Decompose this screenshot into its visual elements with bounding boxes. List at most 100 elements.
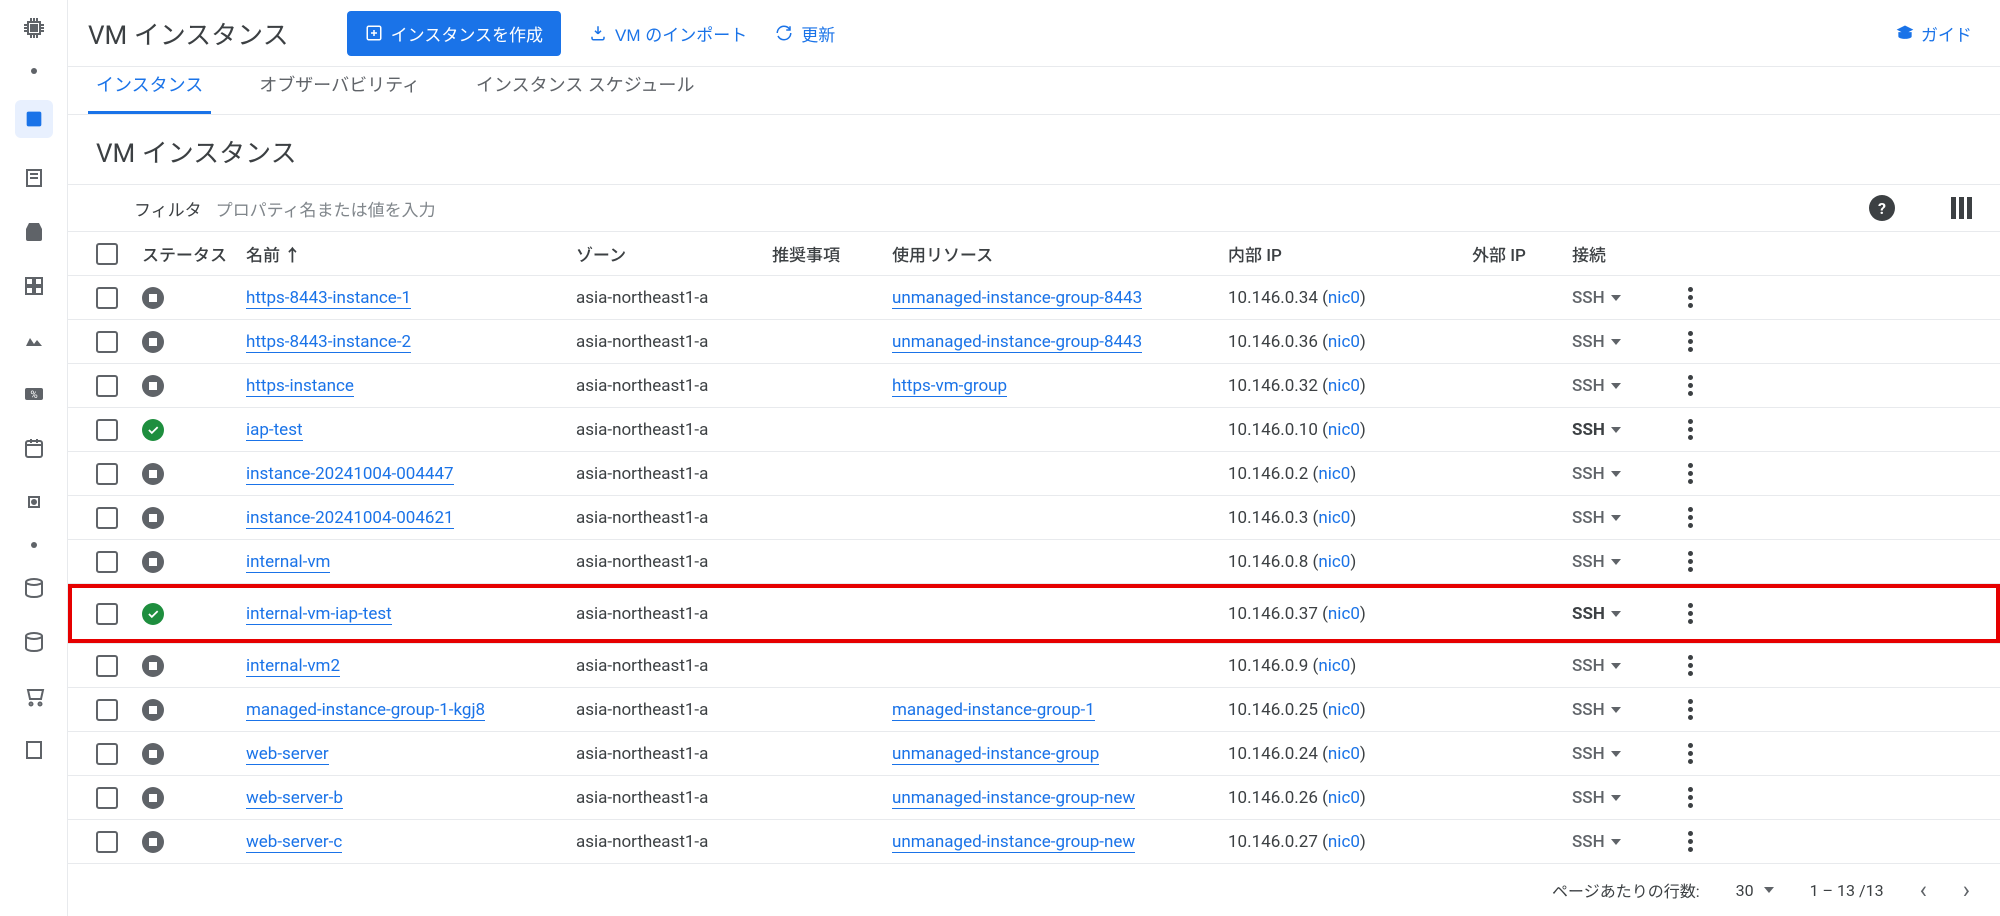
ssh-button[interactable]: SSH (1572, 332, 1672, 352)
ssh-button[interactable]: SSH (1572, 656, 1672, 676)
import-vm-button[interactable]: VM のインポート (589, 21, 747, 46)
resource-link[interactable]: https-vm-group (892, 376, 1007, 397)
nic-link[interactable]: nic0 (1328, 420, 1360, 440)
nic-link[interactable]: nic0 (1328, 604, 1360, 624)
ssh-button[interactable]: SSH (1572, 552, 1672, 572)
row-checkbox[interactable] (96, 655, 118, 677)
nav-item-vm-instances[interactable] (15, 100, 53, 138)
row-actions-menu[interactable] (1688, 831, 1693, 852)
instance-name-link[interactable]: https-8443-instance-2 (246, 332, 411, 353)
rows-per-page-select[interactable]: 30 (1736, 881, 1774, 900)
nav-item-nodes[interactable] (20, 272, 48, 300)
nic-link[interactable]: nic0 (1318, 552, 1350, 572)
instance-name-link[interactable]: internal-vm2 (246, 656, 340, 677)
resource-link[interactable]: unmanaged-instance-group-8443 (892, 332, 1142, 353)
tab-2[interactable]: インスタンス スケジュール (468, 71, 702, 114)
row-actions-menu[interactable] (1688, 655, 1693, 676)
ssh-button[interactable]: SSH (1572, 288, 1672, 308)
refresh-button[interactable]: 更新 (775, 21, 835, 46)
col-external-ip[interactable]: 外部 IP (1472, 241, 1572, 266)
resource-link[interactable]: unmanaged-instance-group-8443 (892, 288, 1142, 309)
instance-name-link[interactable]: https-instance (246, 376, 354, 397)
ssh-button[interactable]: SSH (1572, 744, 1672, 764)
row-actions-menu[interactable] (1688, 699, 1693, 720)
row-checkbox[interactable] (96, 743, 118, 765)
resource-link[interactable]: unmanaged-instance-group (892, 744, 1099, 765)
ssh-button[interactable]: SSH (1572, 508, 1672, 528)
row-actions-menu[interactable] (1688, 507, 1693, 528)
next-page-button[interactable]: › (1963, 876, 1970, 904)
row-checkbox[interactable] (96, 507, 118, 529)
row-checkbox[interactable] (96, 287, 118, 309)
select-all-checkbox[interactable] (96, 243, 118, 265)
nic-link[interactable]: nic0 (1328, 788, 1360, 808)
col-name[interactable]: 名前↑ (246, 241, 576, 266)
instance-name-link[interactable]: web-server-b (246, 788, 343, 809)
nav-item-storage2[interactable] (20, 628, 48, 656)
ssh-button[interactable]: SSH (1572, 700, 1672, 720)
filter-input[interactable]: プロパティ名または値を入力 (216, 196, 1855, 221)
ssh-button[interactable]: SSH (1572, 464, 1672, 484)
nav-item-schedule[interactable] (20, 434, 48, 462)
col-status[interactable]: ステータス (142, 241, 246, 266)
nav-item-percent[interactable]: % (20, 380, 48, 408)
nic-link[interactable]: nic0 (1328, 744, 1360, 764)
row-checkbox[interactable] (96, 603, 118, 625)
instance-name-link[interactable]: iap-test (246, 420, 303, 441)
instance-name-link[interactable]: internal-vm (246, 552, 330, 573)
prev-page-button[interactable]: ‹ (1920, 876, 1927, 904)
row-actions-menu[interactable] (1688, 287, 1693, 308)
nic-link[interactable]: nic0 (1328, 332, 1360, 352)
resource-link[interactable]: unmanaged-instance-group-new (892, 788, 1135, 809)
nav-item-chip[interactable] (20, 488, 48, 516)
ssh-button[interactable]: SSH (1572, 604, 1672, 624)
help-icon[interactable]: ? (1869, 195, 1895, 221)
nic-link[interactable]: nic0 (1328, 288, 1360, 308)
col-internal-ip[interactable]: 内部 IP (1228, 241, 1472, 266)
row-actions-menu[interactable] (1688, 419, 1693, 440)
col-connect[interactable]: 接続 (1572, 241, 1672, 266)
row-checkbox[interactable] (96, 419, 118, 441)
resource-link[interactable]: unmanaged-instance-group-new (892, 832, 1135, 853)
nav-item-templates[interactable] (20, 164, 48, 192)
row-actions-menu[interactable] (1688, 603, 1693, 624)
create-instance-button[interactable]: インスタンスを作成 (347, 11, 561, 56)
row-actions-menu[interactable] (1688, 375, 1693, 396)
nic-link[interactable]: nic0 (1318, 656, 1350, 676)
tab-1[interactable]: オブザーバビリティ (251, 71, 428, 114)
guide-link[interactable]: ガイド (1895, 21, 1972, 46)
instance-name-link[interactable]: managed-instance-group-1-kgj8 (246, 700, 485, 721)
ssh-button[interactable]: SSH (1572, 788, 1672, 808)
row-actions-menu[interactable] (1688, 551, 1693, 572)
instance-name-link[interactable]: instance-20241004-004621 (246, 508, 454, 529)
instance-name-link[interactable]: web-server-c (246, 832, 342, 853)
instance-name-link[interactable]: web-server (246, 744, 329, 765)
row-actions-menu[interactable] (1688, 463, 1693, 484)
nav-item-disk[interactable] (20, 218, 48, 246)
row-checkbox[interactable] (96, 551, 118, 573)
row-checkbox[interactable] (96, 831, 118, 853)
resource-link[interactable]: managed-instance-group-1 (892, 700, 1095, 721)
row-checkbox[interactable] (96, 375, 118, 397)
nic-link[interactable]: nic0 (1318, 464, 1350, 484)
compute-engine-icon[interactable] (20, 14, 48, 42)
col-recommendation[interactable]: 推奨事項 (772, 241, 892, 266)
col-zone[interactable]: ゾーン (576, 241, 772, 266)
nic-link[interactable]: nic0 (1328, 832, 1360, 852)
row-actions-menu[interactable] (1688, 743, 1693, 764)
row-checkbox[interactable] (96, 331, 118, 353)
col-resource[interactable]: 使用リソース (892, 241, 1228, 266)
columns-icon[interactable] (1951, 197, 1972, 219)
nic-link[interactable]: nic0 (1328, 376, 1360, 396)
instance-name-link[interactable]: https-8443-instance-1 (246, 288, 411, 309)
tab-0[interactable]: インスタンス (88, 71, 211, 114)
row-checkbox[interactable] (96, 787, 118, 809)
instance-name-link[interactable]: internal-vm-iap-test (246, 604, 392, 625)
ssh-button[interactable]: SSH (1572, 376, 1672, 396)
instance-name-link[interactable]: instance-20241004-004447 (246, 464, 454, 485)
nic-link[interactable]: nic0 (1328, 700, 1360, 720)
ssh-button[interactable]: SSH (1572, 420, 1672, 440)
row-actions-menu[interactable] (1688, 331, 1693, 352)
nav-item-last[interactable] (20, 736, 48, 764)
nic-link[interactable]: nic0 (1318, 508, 1350, 528)
